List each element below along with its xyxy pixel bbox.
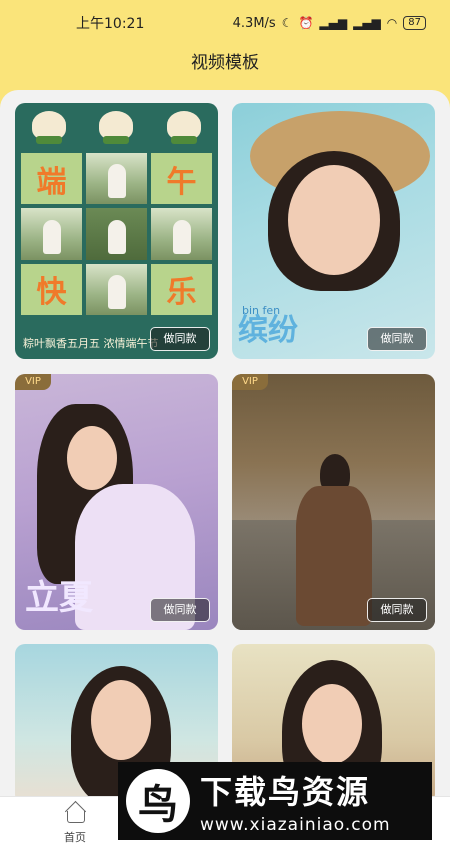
grid-photo xyxy=(86,208,147,260)
face xyxy=(302,684,362,764)
make-same-button[interactable]: 做同款 xyxy=(150,327,210,351)
template-card-binfen[interactable]: bin fen 缤纷 做同款 xyxy=(232,103,435,359)
grid-char: 端 xyxy=(21,153,82,205)
watermark-url: www.xiazainiao.com xyxy=(200,815,391,835)
battery-icon: 87 xyxy=(403,16,426,30)
face xyxy=(67,426,117,490)
template-card-lixia[interactable]: 立夏 VIP 做同款 xyxy=(15,374,218,630)
template-grid: 端 午 快 乐 粽叶飘香五月五 浓情端午节 做同款 bin fen 缤纷 做同款… xyxy=(0,90,450,796)
grid-char: 乐 xyxy=(151,263,212,315)
photo-grid: 端 午 快 乐 xyxy=(21,153,212,315)
watermark-title: 下载鸟资源 xyxy=(200,773,371,811)
vip-badge: VIP xyxy=(232,374,268,390)
grid-photo xyxy=(151,208,212,260)
signal-icon-2: ▂▄▆ xyxy=(353,16,381,30)
zongzi-icon xyxy=(99,111,134,144)
status-bar: 上午10:21 4.3M/s ☾ ⏰ ▂▄▆ ▂▄▆ ◠ 87 xyxy=(0,0,450,46)
home-icon xyxy=(64,803,86,823)
alarm-icon: ⏰ xyxy=(298,16,314,30)
template-card-duanwu[interactable]: 端 午 快 乐 粽叶飘香五月五 浓情端午节 做同款 xyxy=(15,103,218,359)
grid-char: 午 xyxy=(151,153,212,205)
grid-photo xyxy=(21,208,82,260)
face xyxy=(288,165,380,275)
watermark: 鸟 下载鸟资源 www.xiazainiao.com xyxy=(118,762,432,840)
zongzi-decor xyxy=(15,103,218,147)
wifi-icon: ◠ xyxy=(386,16,398,30)
signal-icon: ▂▄▆ xyxy=(319,16,348,30)
page-title: 视频模板 xyxy=(191,53,259,73)
grid-char: 快 xyxy=(21,263,82,315)
card-word: 缤纷 xyxy=(238,313,298,348)
make-same-button[interactable]: 做同款 xyxy=(367,327,427,351)
moon-icon: ☾ xyxy=(281,16,293,30)
face xyxy=(91,680,151,760)
nav-home[interactable]: 首页 xyxy=(52,803,98,845)
grid-photo xyxy=(86,263,147,315)
zongzi-icon xyxy=(31,111,66,144)
watermark-logo-icon: 鸟 xyxy=(126,769,190,833)
make-same-button[interactable]: 做同款 xyxy=(367,598,427,622)
watermark-text: 下载鸟资源 www.xiazainiao.com xyxy=(200,767,391,835)
coat xyxy=(296,486,372,626)
vip-badge: VIP xyxy=(15,374,51,390)
template-card-street[interactable]: VIP 做同款 xyxy=(232,374,435,630)
status-icons: 4.3M/s ☾ ⏰ ▂▄▆ ▂▄▆ ◠ 87 xyxy=(233,16,426,31)
status-time: 上午10:21 xyxy=(76,16,145,32)
grid-photo xyxy=(86,153,147,205)
network-speed: 4.3M/s xyxy=(232,15,276,31)
nav-home-label: 首页 xyxy=(64,831,86,844)
zongzi-icon xyxy=(167,111,202,144)
card-title: 立夏 xyxy=(25,578,93,618)
make-same-button[interactable]: 做同款 xyxy=(150,598,210,622)
card-caption: 粽叶飘香五月五 浓情端午节 xyxy=(23,337,159,350)
